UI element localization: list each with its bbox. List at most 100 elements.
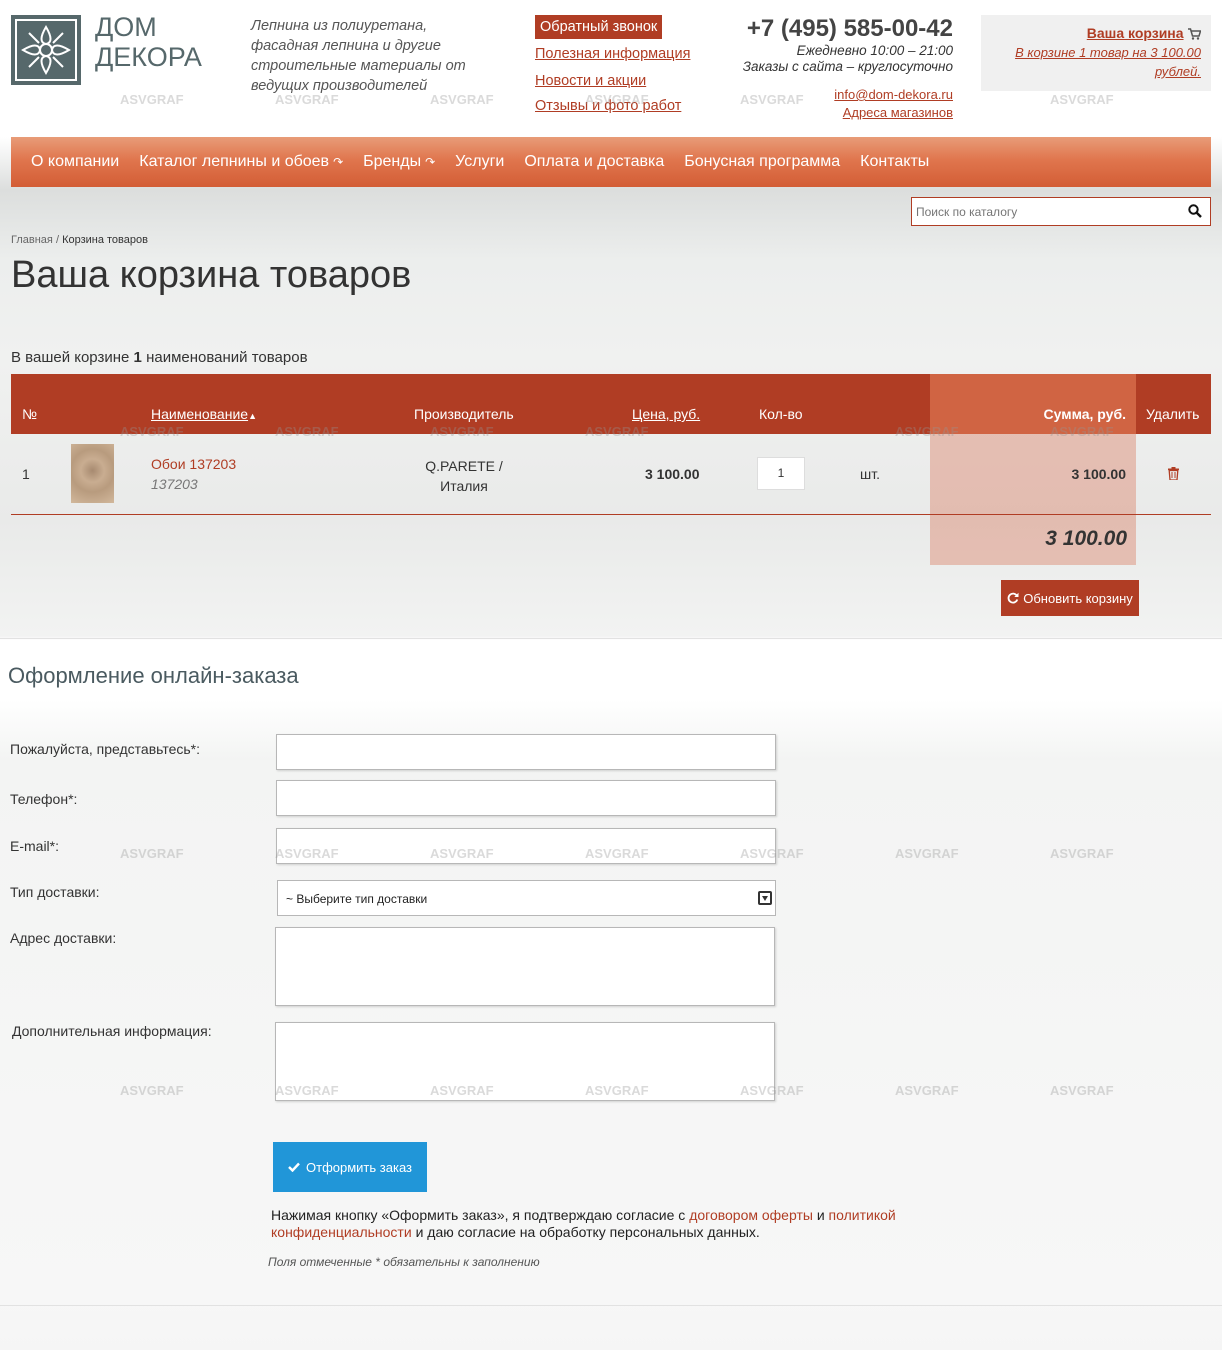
cart-count-prefix: В вашей корзине — [11, 349, 130, 366]
product-sku: 137203 — [151, 476, 198, 492]
logo-text[interactable]: ДОМ ДЕКОРА — [95, 12, 202, 72]
cart-total: 3 100.00 — [1045, 527, 1127, 550]
breadcrumb-home[interactable]: Главная — [11, 234, 53, 246]
order-form-title: Оформление онлайн-заказа — [8, 663, 299, 688]
email-link[interactable]: info@dom-dekora.ru — [834, 87, 953, 102]
col-name-label: Наименование — [151, 406, 249, 422]
phone-number[interactable]: +7 (495) 585-00-42 — [747, 15, 953, 43]
col-num: № — [22, 406, 38, 422]
watermark: ASVGRAF — [1050, 92, 1114, 107]
site-logo[interactable] — [11, 15, 81, 85]
watermark: ASVGRAF — [120, 92, 184, 107]
phone-field[interactable] — [276, 780, 776, 816]
consent-and: и — [816, 1207, 825, 1223]
cart-item-count: В вашей корзине 1 наименований товаров — [11, 349, 308, 366]
address-label: Адрес доставки: — [10, 930, 117, 946]
news-link[interactable]: Новости и акции — [535, 73, 646, 89]
email-label: E-mail*: — [10, 838, 60, 854]
breadcrumb-current: Корзина товаров — [62, 234, 148, 246]
email-field[interactable] — [276, 828, 776, 864]
col-delete: Удалить — [1146, 406, 1200, 422]
sort-asc-icon: ▲ — [248, 411, 257, 421]
quantity-unit: шт. — [860, 466, 880, 482]
page-title: Ваша корзина товаров — [11, 254, 412, 296]
col-sum-header: Сумма, руб. — [930, 374, 1136, 434]
consent-part-1: Нажимая кнопку «Оформить заказ», я подтв… — [271, 1207, 686, 1223]
breadcrumb-separator: / — [55, 234, 59, 246]
select-arrow-icon — [758, 891, 772, 905]
watermark: ASVGRAF — [895, 1083, 959, 1098]
search-icon[interactable] — [1188, 204, 1202, 218]
consent-text: Нажимая кнопку «Оформить заказ», я подтв… — [271, 1207, 931, 1241]
extra-info-label: Дополнительная информация: — [12, 1023, 212, 1039]
table-row: 1 Обои 137203 137203 Q.PARETE / Италия 3… — [11, 434, 1211, 515]
nav-label: Контакты — [860, 153, 930, 170]
reviews-link[interactable]: Отзывы и фото работ — [535, 98, 681, 114]
extra-info-textarea[interactable] — [275, 1022, 775, 1101]
manufacturer-brand: Q.PARETE / — [425, 458, 503, 474]
col-sum: Сумма, руб. — [1043, 406, 1127, 422]
refresh-icon — [1007, 592, 1019, 604]
stores-link[interactable]: Адреса магазинов — [843, 105, 953, 120]
delivery-type-select[interactable]: ~ Выберите тип доставки — [277, 880, 776, 916]
header-cart-info[interactable]: В корзине 1 товар на 3 100.00 рублей. — [991, 43, 1201, 81]
useful-info-link[interactable]: Полезная информация — [535, 46, 690, 62]
col-price-sort[interactable]: Цена, руб. — [632, 406, 700, 422]
offer-agreement-link[interactable]: договором оферты — [689, 1207, 813, 1223]
nav-item-about[interactable]: О компании — [31, 153, 119, 171]
divider — [0, 638, 1222, 639]
watermark: ASVGRAF — [895, 846, 959, 861]
submit-order-button[interactable]: Отформить заказ — [273, 1142, 427, 1192]
watermark: ASVGRAF — [120, 1083, 184, 1098]
logo-ornament-icon — [15, 19, 77, 81]
product-name-link[interactable]: Обои 137203 — [151, 456, 236, 472]
product-price: 3 100.00 — [645, 466, 700, 482]
working-hours: Ежедневно 10:00 – 21:00 — [796, 43, 953, 58]
nav-item-payment-delivery[interactable]: Оплата и доставка — [524, 153, 664, 171]
row-sum: 3 100.00 — [1071, 466, 1127, 482]
checkmark-icon — [288, 1162, 300, 1172]
submit-order-label: Отформить заказ — [306, 1159, 412, 1175]
watermark: ASVGRAF — [740, 92, 804, 107]
header-cart-title[interactable]: Ваша корзина — [1087, 25, 1184, 41]
col-qty: Кол-во — [759, 406, 803, 422]
update-cart-button[interactable]: Обновить корзину — [1001, 580, 1139, 616]
tagline: Лепнина из полиуретана, фасадная лепнина… — [251, 18, 466, 94]
quantity-input[interactable]: 1 — [757, 457, 805, 490]
header-cart[interactable]: Ваша корзина В корзине 1 товар на 3 100.… — [981, 15, 1211, 91]
nav-item-brands[interactable]: Бренды ↷ — [363, 153, 435, 171]
row-num: 1 — [22, 466, 30, 482]
col-name-sort[interactable]: Наименование▲ — [151, 406, 257, 422]
search-box — [911, 197, 1211, 226]
dropdown-arrow-icon: ↷ — [333, 155, 344, 169]
nav-item-bonus[interactable]: Бонусная программа — [684, 153, 840, 171]
phone-label: Телефон*: — [10, 791, 78, 807]
name-label: Пожалуйста, представьтесь*: — [10, 741, 201, 757]
trash-icon[interactable] — [1168, 467, 1179, 480]
logo-text-line1: ДОМ — [95, 12, 157, 42]
watermark: ASVGRAF — [1050, 846, 1114, 861]
consent-part-2: и даю согласие на обработку персональных… — [415, 1224, 760, 1240]
nav-item-catalog[interactable]: Каталог лепнины и обоев ↷ — [139, 153, 343, 171]
name-field[interactable] — [276, 734, 776, 770]
logo-text-line2: ДЕКОРА — [95, 42, 202, 72]
nav-item-contacts[interactable]: Контакты — [860, 153, 929, 171]
address-textarea[interactable] — [275, 927, 775, 1006]
main-nav: О компании Каталог лепнины и обоев ↷ Брен… — [11, 137, 1211, 187]
delivery-type-label: Тип доставки: — [10, 884, 100, 900]
product-thumbnail[interactable] — [71, 444, 114, 503]
cart-count-suffix: наименований товаров — [146, 349, 308, 366]
nav-label: Оплата и доставка — [524, 153, 665, 170]
breadcrumb: Главная / Корзина товаров — [11, 234, 148, 246]
dropdown-arrow-icon: ↷ — [425, 155, 436, 169]
callback-button[interactable]: Обратный звонок — [535, 15, 663, 39]
divider — [0, 1305, 1222, 1306]
nav-label: О компании — [31, 153, 120, 170]
col-manufacturer: Производитель — [414, 406, 514, 422]
nav-label: Бонусная программа — [684, 153, 841, 170]
delivery-type-value: ~ Выберите тип доставки — [286, 892, 428, 906]
nav-item-services[interactable]: Услуги — [455, 153, 504, 171]
product-manufacturer: Q.PARETE / Италия — [414, 456, 514, 496]
online-orders-hours: Заказы с сайта – круглосуточно — [742, 59, 953, 74]
search-input[interactable] — [912, 198, 1172, 225]
